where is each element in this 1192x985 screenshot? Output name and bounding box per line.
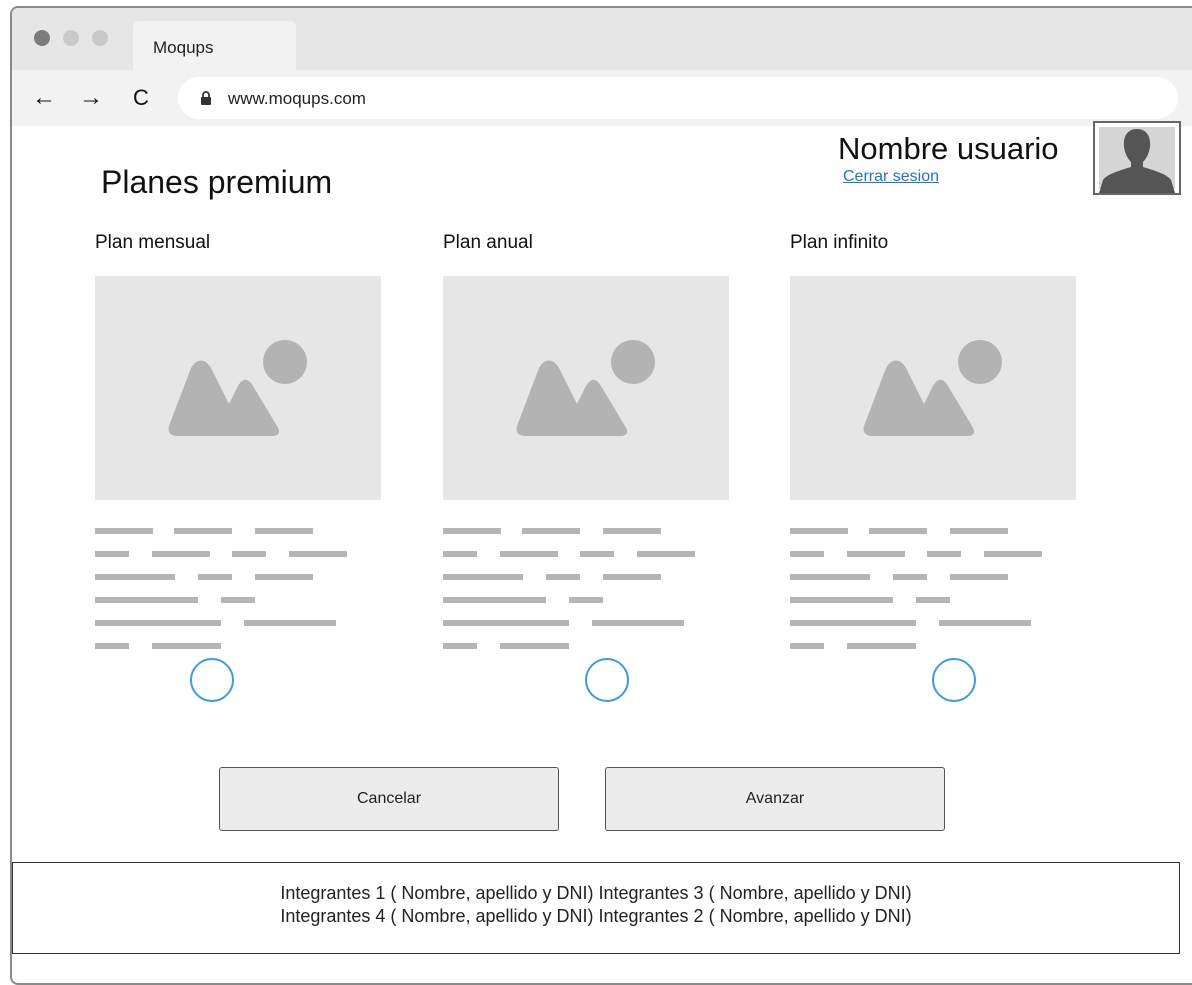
- image-placeholder-icon: [516, 340, 655, 436]
- url-text: www.moqups.com: [228, 89, 366, 108]
- plan-card-annual: Plan anual: [443, 232, 733, 712]
- window-minimize-dot[interactable]: [63, 30, 79, 46]
- plan-card-infinite: Plan infinito: [790, 232, 1080, 712]
- plan-card-monthly: Plan mensual: [95, 232, 385, 712]
- footer-line: Integrantes 4 ( Nombre, apellido y DNI) …: [280, 906, 912, 926]
- window-maximize-dot[interactable]: [92, 30, 108, 46]
- page-title: Planes premium: [101, 164, 333, 200]
- cancel-button[interactable]: Cancelar: [219, 767, 559, 831]
- forward-arrow-icon[interactable]: →: [79, 78, 103, 118]
- plan-description-placeholder: [790, 520, 1080, 660]
- user-silhouette-icon: [1099, 129, 1175, 193]
- user-name: Nombre usuario: [838, 131, 1059, 166]
- plan-name: Plan anual: [443, 232, 533, 253]
- footer-line: Integrantes 1 ( Nombre, apellido y DNI) …: [280, 883, 912, 903]
- browser-tab[interactable]: Moqups: [133, 21, 296, 70]
- footer-credits: Integrantes 1 ( Nombre, apellido y DNI) …: [12, 862, 1180, 954]
- avatar[interactable]: [1093, 121, 1181, 195]
- lock-icon: [201, 91, 211, 105]
- logout-link[interactable]: Cerrar sesion: [843, 168, 939, 186]
- address-bar: ← → C www.moqups.com: [12, 70, 1192, 126]
- plan-radio-annual[interactable]: [585, 658, 629, 702]
- plan-radio-infinite[interactable]: [932, 658, 976, 702]
- image-placeholder-icon: [863, 340, 1002, 436]
- plan-name: Plan mensual: [95, 232, 211, 253]
- tab-bar: Moqups: [12, 8, 1192, 70]
- window-close-dot[interactable]: [34, 30, 50, 46]
- image-placeholder-icon: [168, 340, 307, 436]
- plan-image: [443, 276, 729, 500]
- plan-description-placeholder: [443, 520, 733, 660]
- plan-radio-monthly[interactable]: [190, 658, 234, 702]
- next-button[interactable]: Avanzar: [605, 767, 945, 831]
- plan-image: [95, 276, 381, 500]
- reload-icon[interactable]: C: [133, 78, 149, 118]
- plan-description-placeholder: [95, 520, 385, 660]
- plan-name: Plan infinito: [790, 232, 889, 253]
- url-field[interactable]: www.moqups.com: [178, 77, 1178, 119]
- tab-title: Moqups: [153, 38, 214, 57]
- plan-image: [790, 276, 1076, 500]
- back-arrow-icon[interactable]: ←: [32, 78, 56, 118]
